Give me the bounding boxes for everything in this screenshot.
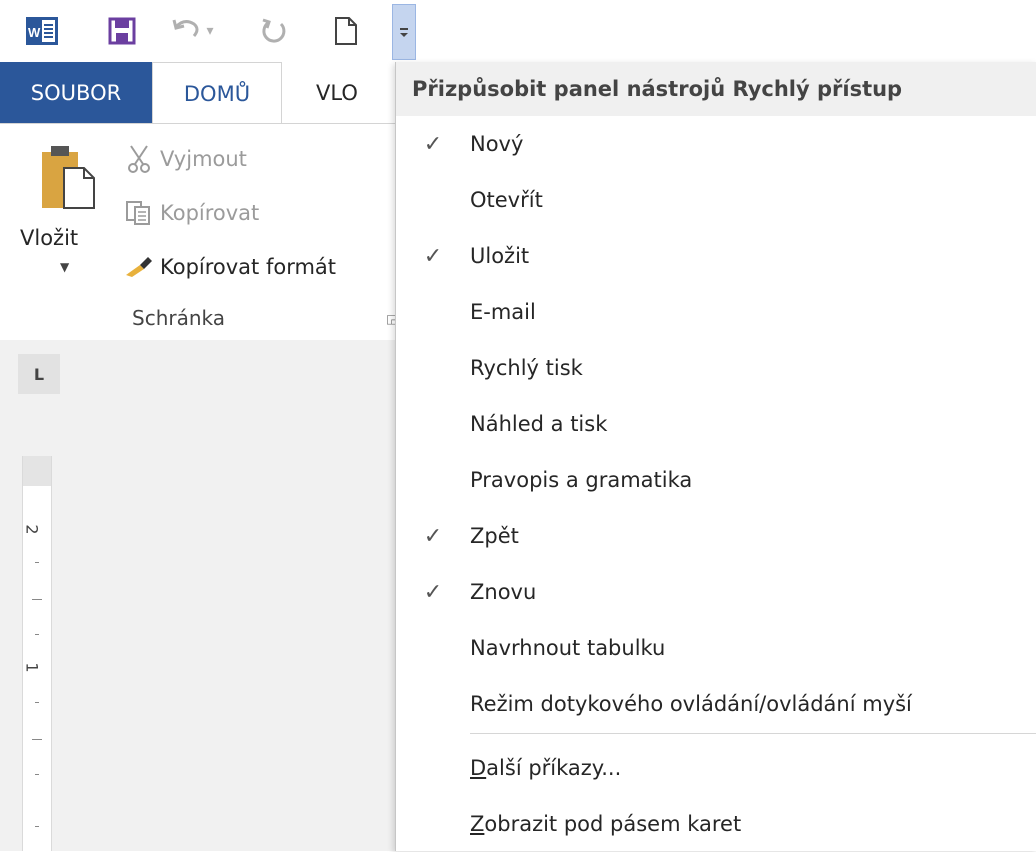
format-painter-label: Kopírovat formát	[160, 255, 337, 279]
customize-qat-icon	[400, 28, 408, 37]
clipboard-group-label: Schránka	[132, 306, 226, 330]
copy-icon	[122, 196, 156, 230]
ruler-number: 1	[22, 662, 42, 673]
word-app-icon[interactable]: W	[22, 14, 62, 48]
paste-button[interactable]: Vložit ▼	[18, 136, 118, 286]
checkmark-icon: ✓	[423, 243, 443, 269]
menu-item-label: Zobrazit pod pásem karet	[470, 812, 742, 836]
menu-item-label: Zpět	[470, 524, 519, 548]
undo-button[interactable]: ▾	[162, 14, 222, 48]
redo-icon[interactable]	[254, 14, 294, 48]
scissors-icon	[122, 142, 156, 176]
menu-item-label: Znovu	[470, 580, 537, 604]
menu-item-more-commands[interactable]: Další příkazy...	[396, 740, 1036, 796]
menu-item-quick-print[interactable]: Rychlý tisk	[396, 340, 1036, 396]
menu-item-save[interactable]: ✓ Uložit	[396, 228, 1036, 284]
menu-item-label: Uložit	[470, 244, 530, 268]
customize-qat-menu: Přizpůsobit panel nástrojů Rychlý přístu…	[395, 62, 1036, 851]
menu-item-label: Navrhnout tabulku	[470, 636, 666, 660]
copy-button[interactable]: Kopírovat	[122, 196, 259, 230]
ruler-tick	[35, 634, 39, 635]
paste-icon	[36, 142, 100, 216]
menu-item-redo[interactable]: ✓ Znovu	[396, 564, 1036, 620]
cut-button[interactable]: Vyjmout	[122, 142, 247, 176]
menu-item-label: Pravopis a gramatika	[470, 468, 693, 492]
save-icon[interactable]	[102, 14, 142, 48]
ruler-number: 2	[22, 524, 42, 535]
copy-label: Kopírovat	[160, 201, 260, 225]
menu-item-label: E-mail	[470, 300, 536, 324]
menu-item-touch-mouse-mode[interactable]: Režim dotykového ovládání/ovládání myší	[396, 676, 1036, 732]
menu-item-label: Náhled a tisk	[470, 412, 608, 436]
menu-header: Přizpůsobit panel nástrojů Rychlý přístu…	[396, 62, 1036, 116]
tab-insert[interactable]: VLO	[296, 62, 400, 124]
tab-home[interactable]: DOMŮ	[152, 62, 282, 124]
svg-text:W: W	[28, 25, 41, 40]
menu-item-draw-table[interactable]: Navrhnout tabulku	[396, 620, 1036, 676]
menu-item-label: Nový	[470, 132, 524, 156]
paste-dropdown-icon[interactable]: ▼	[60, 260, 69, 274]
customize-qat-button[interactable]	[392, 4, 416, 60]
undo-dropdown-icon[interactable]: ▾	[206, 23, 213, 39]
ribbon-tabs: SOUBOR DOMŮ VLO	[0, 62, 400, 124]
tab-selector[interactable]: L	[18, 354, 60, 394]
menu-item-label: Otevřít	[470, 188, 543, 212]
menu-item-open[interactable]: Otevřít	[396, 172, 1036, 228]
menu-item-label: Režim dotykového ovládání/ovládání myší	[470, 692, 912, 716]
menu-item-spelling[interactable]: Pravopis a gramatika	[396, 452, 1036, 508]
menu-item-undo[interactable]: ✓ Zpět	[396, 508, 1036, 564]
menu-item-label: Rychlý tisk	[470, 356, 583, 380]
tab-file[interactable]: SOUBOR	[0, 62, 152, 124]
undo-icon	[170, 14, 204, 48]
ruler-tick	[35, 774, 39, 775]
ruler-tick	[32, 739, 42, 740]
menu-separator	[470, 733, 1036, 734]
ruler-tick	[35, 826, 39, 827]
new-document-icon[interactable]	[328, 14, 364, 48]
quick-access-toolbar: W ▾	[0, 0, 1036, 62]
menu-item-email[interactable]: E-mail	[396, 284, 1036, 340]
vertical-ruler[interactable]: 2 1	[22, 456, 52, 851]
menu-item-label: Další příkazy...	[470, 756, 622, 780]
ruler-tick	[32, 599, 42, 600]
menu-item-print-preview[interactable]: Náhled a tisk	[396, 396, 1036, 452]
checkmark-icon: ✓	[423, 579, 443, 605]
ruler-tick	[35, 562, 39, 563]
format-painter-button[interactable]: Kopírovat formát	[122, 250, 336, 284]
menu-item-new[interactable]: ✓ Nový	[396, 116, 1036, 172]
ruler-tick	[35, 702, 39, 703]
paste-label: Vložit	[20, 226, 79, 250]
checkmark-icon: ✓	[423, 131, 443, 157]
cut-label: Vyjmout	[160, 147, 247, 171]
ruler-margin	[23, 456, 51, 486]
checkmark-icon: ✓	[423, 523, 443, 549]
document-area: L 2 1	[0, 340, 400, 851]
paintbrush-icon	[122, 250, 156, 284]
menu-item-show-below-ribbon[interactable]: Zobrazit pod pásem karet	[396, 796, 1036, 852]
ribbon-home: Vložit ▼ Vyjmout Kopírovat Kopírovat for…	[0, 123, 400, 340]
